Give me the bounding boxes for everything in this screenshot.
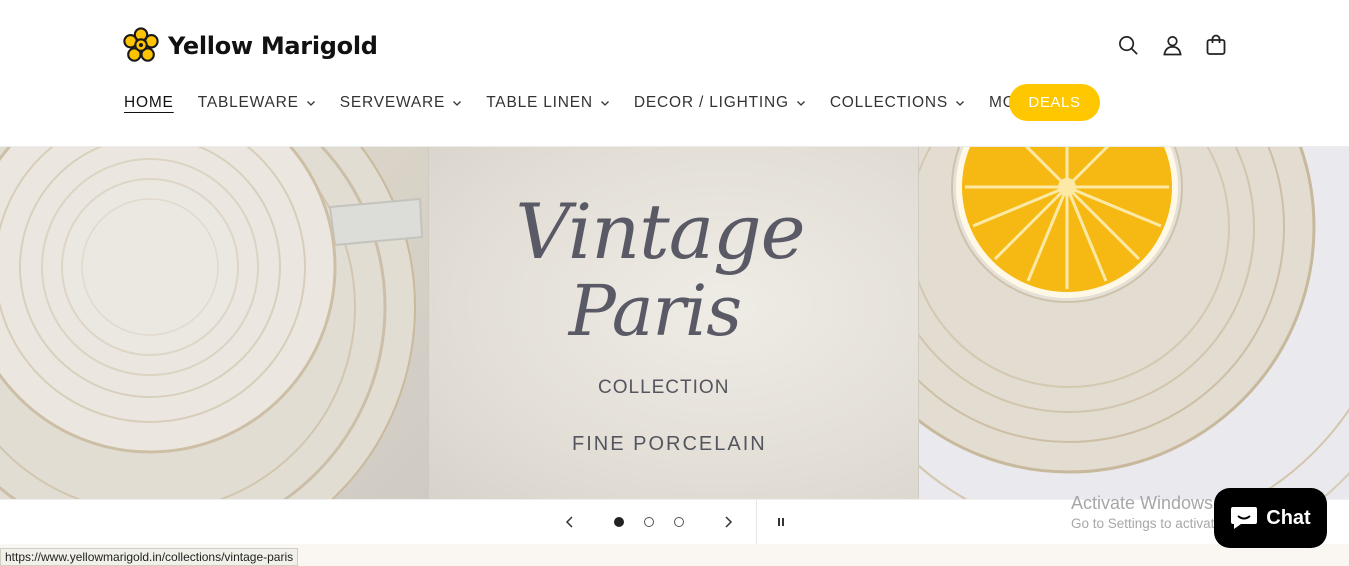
slide-dot-1[interactable] [614,517,624,527]
nav-item-decor-lighting[interactable]: DECOR / LIGHTING [634,94,806,112]
chevron-down-icon [956,101,964,106]
account-icon[interactable] [1161,33,1183,57]
chevron-down-icon [600,101,609,106]
hero-plate-lemon-image [778,147,1349,499]
hero-title-line1: Vintage [515,187,805,276]
slide-dot-2[interactable] [644,517,654,527]
nav-item-home[interactable]: HOME [124,94,174,112]
chat-bubble-icon [1231,507,1258,529]
chevron-down-icon [453,101,462,106]
nav-item-label: TABLE LINEN [486,94,593,111]
slide-dot-3[interactable] [674,517,684,527]
nav-item-tableware[interactable]: TABLEWARE [198,94,316,112]
hero-title-line2: Paris [568,270,742,352]
next-slide-button[interactable] [717,511,739,533]
pause-slideshow-button[interactable] [770,511,792,533]
deals-button[interactable]: DEALS [1009,84,1100,121]
chevron-down-icon [796,101,805,106]
hero-tagline: FINE PORCELAIN [572,433,767,455]
nav-item-label: HOME [124,94,174,111]
nav-item-label: DECOR / LIGHTING [633,94,789,111]
browser-status-url: https://www.yellowmarigold.in/collection… [0,548,299,566]
nav-item-label: TABLEWARE [197,94,299,111]
nav-item-serveware[interactable]: SERVEWARE [340,94,462,112]
pause-icon [778,518,784,526]
chevron-down-icon [306,101,315,106]
nav-item-collections[interactable]: COLLECTIONS [830,94,965,112]
chat-label: Chat [1266,506,1311,529]
cart-icon[interactable] [1205,33,1227,57]
nav-item-label: SERVEWARE [339,94,446,111]
previous-slide-button[interactable] [559,511,581,533]
chevron-left-icon [565,516,573,528]
hero-cup-image [0,147,428,499]
hero-banner[interactable]: Vintage Paris COLLECTION FINE PORCELAIN [0,147,1349,499]
chat-button[interactable]: Chat [1214,488,1327,548]
search-icon[interactable] [1117,33,1139,57]
nav-item-table-linen[interactable]: TABLE LINEN [486,94,610,112]
site-header: Yellow Marigold HOME TABLEWARE SERVEWARE… [0,0,1349,147]
controls-divider [756,500,757,545]
marigold-flower-icon [123,27,159,62]
nav-item-label: COLLECTIONS [829,94,948,111]
header-icons [1117,33,1227,57]
chevron-right-icon [725,516,733,528]
hero-subtitle: COLLECTION [598,377,730,398]
brand-name: Yellow Marigold [168,32,378,60]
main-navigation: HOME TABLEWARE SERVEWARE TABLE LINEN DEC… [124,84,1080,122]
brand-logo[interactable]: Yellow Marigold [122,27,378,65]
